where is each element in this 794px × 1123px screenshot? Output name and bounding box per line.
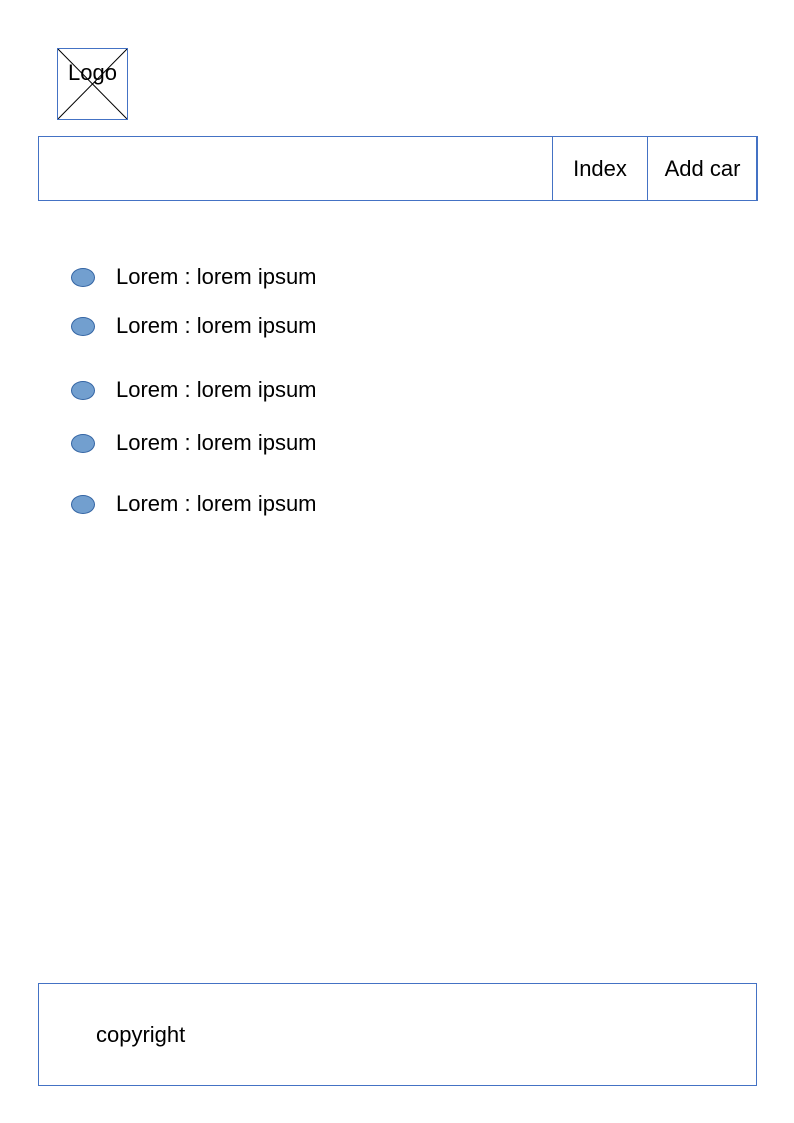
list-item-text: Lorem : lorem ipsum <box>116 313 317 338</box>
list-item-text: Lorem : lorem ipsum <box>116 377 317 402</box>
bullet-icon <box>71 267 95 287</box>
nav-add-car-link[interactable]: Add car <box>647 136 758 201</box>
copyright-text: copyright <box>96 1022 186 1047</box>
list-item-text: Lorem : lorem ipsum <box>116 264 317 289</box>
bullet-icon <box>71 494 95 514</box>
logo-placeholder: Logo <box>57 48 128 120</box>
bullet-icon <box>71 433 95 453</box>
bullet-icon <box>71 316 95 336</box>
list-item: Lorem : lorem ipsum <box>71 263 317 291</box>
list-item: Lorem : lorem ipsum <box>71 490 317 518</box>
list-item: Lorem : lorem ipsum <box>71 312 317 340</box>
list-item: Lorem : lorem ipsum <box>71 429 317 457</box>
logo-label: Logo <box>68 60 117 85</box>
list-item: Lorem : lorem ipsum <box>71 376 317 404</box>
footer: copyright <box>38 983 757 1086</box>
list-item-text: Lorem : lorem ipsum <box>116 491 317 516</box>
nav-index-link[interactable]: Index <box>552 136 648 201</box>
navigation-bar: Index Add car <box>38 136 758 201</box>
list-item-text: Lorem : lorem ipsum <box>116 430 317 455</box>
bullet-icon <box>71 380 95 400</box>
